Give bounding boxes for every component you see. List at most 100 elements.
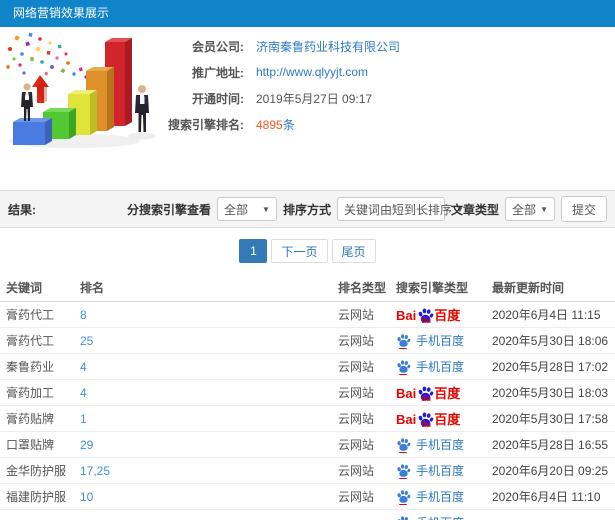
- page-button-next[interactable]: 下一页: [271, 239, 328, 263]
- mobile-baidu-paw-icon: [396, 463, 411, 479]
- keyword-cell: 膏药贴牌: [6, 412, 55, 426]
- businessman-right: [135, 85, 149, 132]
- pagination: 1 下一页 尾页: [0, 239, 615, 263]
- ranking-count-value: 4895条: [256, 116, 295, 133]
- baidu-logo-du-text: du: [421, 419, 432, 428]
- mobile-baidu-label: 手机百度: [416, 464, 465, 478]
- member-company-link[interactable]: 济南秦鲁药业科技有限公司: [256, 38, 400, 55]
- rank-type-cell: 云网站: [338, 308, 375, 322]
- baidu-logo-bai-text: Bai: [396, 385, 417, 401]
- open-time-row: 开通时间: 2019年5月27日 09:17: [160, 85, 400, 111]
- table-row: 膏药代工 25 云网站 手机百度 2020年5月30日 18:06: [0, 328, 615, 354]
- promo-url-link[interactable]: http://www.qlyyjt.com: [256, 65, 368, 79]
- promo-url-row: 推广地址: http://www.qlyyjt.com: [160, 59, 400, 85]
- table-row: 手机百度: [0, 510, 615, 520]
- header-keyword: 关键词: [6, 281, 43, 295]
- rank-type-cell: 云网站: [338, 438, 375, 452]
- ranking-count-suffix: 条: [282, 117, 295, 132]
- mobile-baidu-underline: [399, 478, 407, 479]
- update-time-cell: 2020年6月4日 11:10: [492, 490, 601, 504]
- mobile-baidu-label: 手机百度: [416, 514, 464, 520]
- table-row: 膏药代工 8 云网站 Bai du 百度 2020年6月4日 11:15: [0, 302, 615, 328]
- engine-cell: 手机百度: [396, 358, 492, 375]
- baidu-paw-icon: du: [417, 411, 434, 428]
- update-time-cell: 2020年5月30日 18:03: [492, 386, 609, 400]
- mobile-baidu-logo: 手机百度: [396, 358, 464, 375]
- engine-filter-value: 全部: [223, 202, 248, 217]
- mobile-baidu-paw-icon: [396, 437, 411, 453]
- table-body: 膏药代工 8 云网站 Bai du 百度 2020年6月4日 11:15 膏药代…: [0, 302, 615, 520]
- mobile-baidu-logo: 手机百度: [396, 488, 464, 505]
- baidu-logo-du-text: du: [421, 393, 432, 402]
- promo-url-label: 推广地址:: [192, 65, 244, 80]
- chevron-down-icon: ▼: [540, 204, 548, 214]
- sort-filter-select[interactable]: 关键词由短到长排序 ▼: [336, 197, 464, 221]
- rank-link[interactable]: 1: [80, 412, 338, 426]
- keyword-cell: 福建防护服: [6, 490, 67, 504]
- ranking-count-row: 搜索引擎排名: 4895条: [160, 111, 400, 137]
- baidu-paw-icon: du: [417, 307, 434, 324]
- member-company-label: 会员公司:: [192, 39, 244, 54]
- rank-link[interactable]: 4: [80, 360, 338, 374]
- article-type-select[interactable]: 全部 ▼: [504, 197, 555, 221]
- rank-link[interactable]: 25: [80, 334, 338, 348]
- page-title: 网络营销效果展示: [13, 6, 110, 20]
- engine-cell: Bai du 百度: [396, 410, 492, 428]
- confetti-dots: [6, 32, 94, 84]
- chevron-down-icon: ▼: [262, 204, 270, 214]
- growth-chart-illustration: [6, 32, 156, 148]
- update-time-cell: 2020年5月28日 16:55: [492, 438, 609, 452]
- header-rank-type: 排名类型: [338, 281, 387, 295]
- baidu-logo-cn-text: 百度: [434, 411, 461, 427]
- rank-link[interactable]: 4: [80, 386, 338, 400]
- table-row: 膏药贴牌 1 云网站 Bai du 百度 2020年5月30日 17:58: [0, 406, 615, 432]
- rank-link[interactable]: 17,25: [80, 464, 338, 478]
- keyword-cell: 膏药代工: [6, 308, 55, 322]
- engine-cell: 手机百度: [396, 488, 492, 505]
- mobile-baidu-logo: 手机百度: [396, 514, 464, 520]
- mobile-baidu-underline: [399, 452, 407, 453]
- rank-type-cell: 云网站: [338, 334, 375, 348]
- baidu-logo-cn-text: 百度: [434, 385, 461, 401]
- baidu-logo-bai-text: Bai: [396, 411, 417, 427]
- engine-cell: 手机百度: [396, 332, 492, 349]
- mobile-baidu-label: 手机百度: [416, 360, 465, 374]
- submit-button[interactable]: 提交: [560, 196, 607, 222]
- rank-link[interactable]: 8: [80, 308, 338, 322]
- header-engine-type: 搜索引擎类型: [396, 281, 469, 295]
- filter-bar: 结果: 分搜索引擎查看 全部 ▼ 排序方式 关键词由短到长排序 ▼ 文章类型 全…: [0, 190, 615, 228]
- baidu-logo-cn-text: 百度: [434, 307, 461, 323]
- rank-link[interactable]: 10: [80, 490, 338, 504]
- bar-blue: [13, 118, 52, 145]
- keyword-cell: 秦鲁药业: [6, 360, 55, 374]
- keyword-cell: 膏药代工: [6, 334, 55, 348]
- sort-filter-value: 关键词由短到长排序: [343, 202, 452, 217]
- mobile-baidu-paw-icon: [396, 359, 411, 375]
- window-titlebar: 网络营销效果展示: [0, 0, 615, 27]
- info-rows: 会员公司: 济南秦鲁药业科技有限公司 推广地址: http://www.qlyy…: [160, 33, 400, 137]
- engine-cell: 手机百度: [396, 436, 492, 453]
- table-row: 福建防护服 10 云网站 手机百度 2020年6月4日 11:10: [0, 484, 615, 510]
- table-row: 金华防护服 17,25 云网站 手机百度 2020年6月20日 09:25: [0, 458, 615, 484]
- baidu-logo: Bai du 百度: [396, 306, 460, 324]
- member-company-row: 会员公司: 济南秦鲁药业科技有限公司: [160, 33, 400, 59]
- rank-link[interactable]: 29: [80, 438, 338, 452]
- mobile-baidu-underline: [399, 504, 407, 505]
- page-button-last[interactable]: 尾页: [331, 239, 376, 263]
- table-header-row: 关键词 排名 排名类型 搜索引擎类型 最新更新时间: [0, 274, 615, 302]
- baidu-logo-bai-text: Bai: [396, 307, 417, 323]
- mobile-baidu-label: 手机百度: [416, 334, 465, 348]
- keyword-cell: 膏药加工: [6, 386, 55, 400]
- mobile-baidu-paw-icon: [396, 489, 411, 505]
- header-rank: 排名: [80, 281, 105, 295]
- mobile-baidu-logo: 手机百度: [396, 332, 464, 349]
- mobile-baidu-underline: [399, 374, 407, 375]
- engine-cell: Bai du 百度: [396, 384, 492, 402]
- engine-filter-select[interactable]: 全部 ▼: [216, 197, 277, 221]
- result-label: 结果:: [8, 202, 36, 217]
- update-time-cell: 2020年5月30日 17:58: [492, 412, 609, 426]
- page-button-current[interactable]: 1: [239, 239, 268, 263]
- rank-type-cell: 云网站: [338, 386, 375, 400]
- sort-filter-label: 排序方式: [282, 202, 331, 217]
- ranking-count-label: 搜索引擎排名:: [168, 117, 244, 132]
